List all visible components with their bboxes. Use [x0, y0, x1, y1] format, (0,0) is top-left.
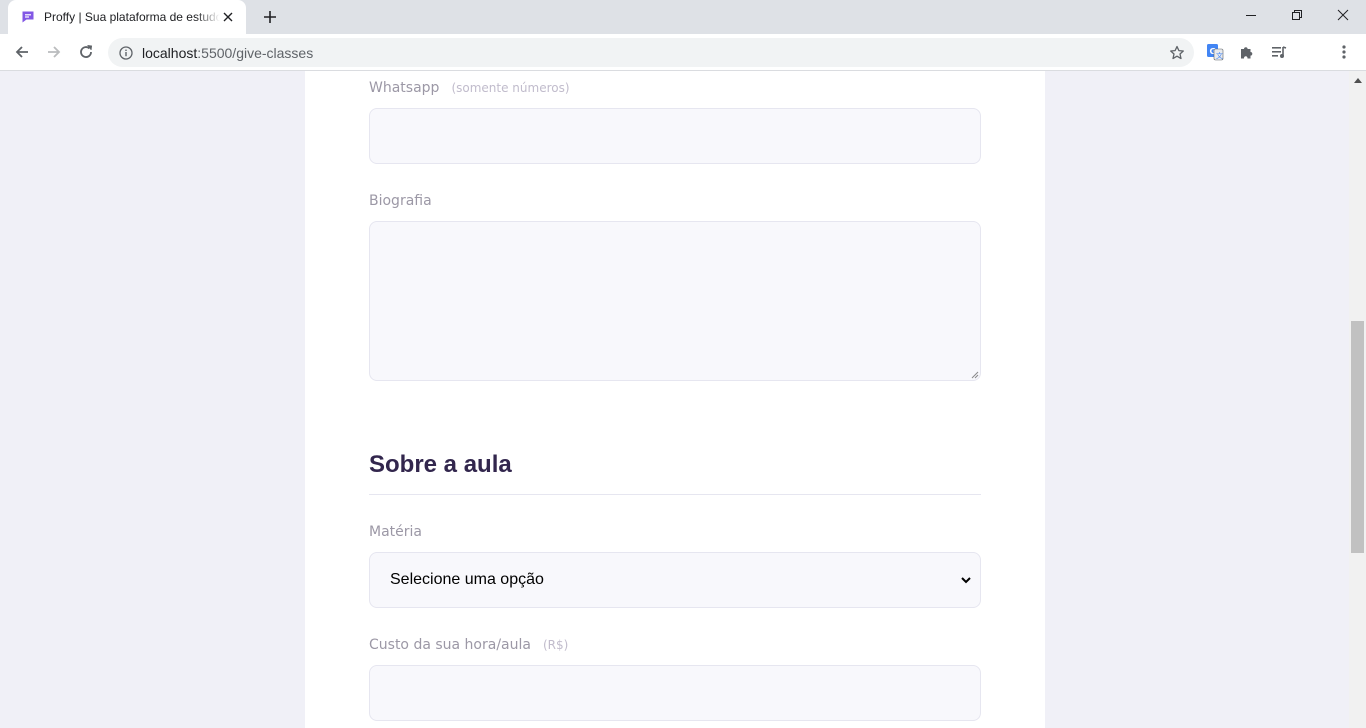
cost-input[interactable]: [369, 665, 981, 721]
reload-icon[interactable]: [72, 38, 100, 66]
puzzle-icon[interactable]: [1235, 40, 1259, 64]
tab-title: Proffy | Sua plataforma de estudos: [44, 10, 221, 24]
kebab-menu-icon[interactable]: [1332, 40, 1356, 64]
subject-label: Matéria: [369, 524, 422, 540]
whatsapp-label: Whatsapp (somente números): [369, 80, 570, 96]
close-tab-icon[interactable]: [220, 9, 236, 25]
browser-tab[interactable]: Proffy | Sua plataforma de estudos: [8, 0, 246, 34]
chevron-down-icon: [960, 574, 972, 586]
url-text: localhost:5500/give-classes: [142, 45, 313, 61]
google-translate-icon[interactable]: G 文: [1203, 40, 1227, 64]
url-host: localhost: [142, 44, 198, 61]
cost-label: Custo da sua hora/aula (R$): [369, 637, 568, 653]
section-title: Sobre a aula: [369, 451, 512, 478]
address-bar[interactable]: localhost:5500/give-classes: [108, 38, 1194, 67]
subject-select[interactable]: Selecione uma opção: [369, 552, 981, 608]
forward-arrow-icon[interactable]: [40, 38, 68, 66]
page-viewport: Whatsapp (somente números) Biografia Sobr…: [0, 71, 1349, 728]
svg-text:文: 文: [1216, 51, 1223, 60]
proffy-chat-icon: [20, 9, 36, 25]
new-tab-button[interactable]: [258, 5, 282, 29]
media-queue-icon[interactable]: [1267, 40, 1291, 64]
vertical-scrollbar[interactable]: [1349, 71, 1366, 728]
restore-icon[interactable]: [1274, 0, 1320, 30]
minimize-icon[interactable]: [1228, 0, 1274, 30]
tab-strip: Proffy | Sua plataforma de estudos: [0, 0, 1366, 34]
whatsapp-label-text: Whatsapp: [369, 80, 440, 96]
star-icon[interactable]: [1168, 44, 1186, 62]
subject-select-value: Selecione uma opção: [390, 571, 544, 588]
scroll-thumb[interactable]: [1351, 321, 1364, 553]
close-window-icon[interactable]: [1320, 0, 1366, 30]
form-card: Whatsapp (somente números) Biografia Sobr…: [305, 71, 1045, 728]
whatsapp-input[interactable]: [369, 108, 981, 164]
resize-grip-icon[interactable]: [969, 369, 979, 379]
back-arrow-icon[interactable]: [8, 38, 36, 66]
bio-label: Biografia: [369, 193, 432, 209]
url-path: :5500/give-classes: [197, 44, 314, 61]
browser-toolbar: localhost:5500/give-classes G 文: [0, 34, 1366, 71]
cost-label-text: Custo da sua hora/aula: [369, 637, 531, 653]
cost-hint: (R$): [542, 638, 569, 652]
section-divider: [369, 494, 981, 495]
bio-textarea[interactable]: [369, 221, 981, 381]
scroll-up-arrow-icon[interactable]: [1349, 71, 1366, 88]
info-icon[interactable]: [118, 45, 134, 61]
whatsapp-hint: (somente números): [451, 81, 570, 95]
